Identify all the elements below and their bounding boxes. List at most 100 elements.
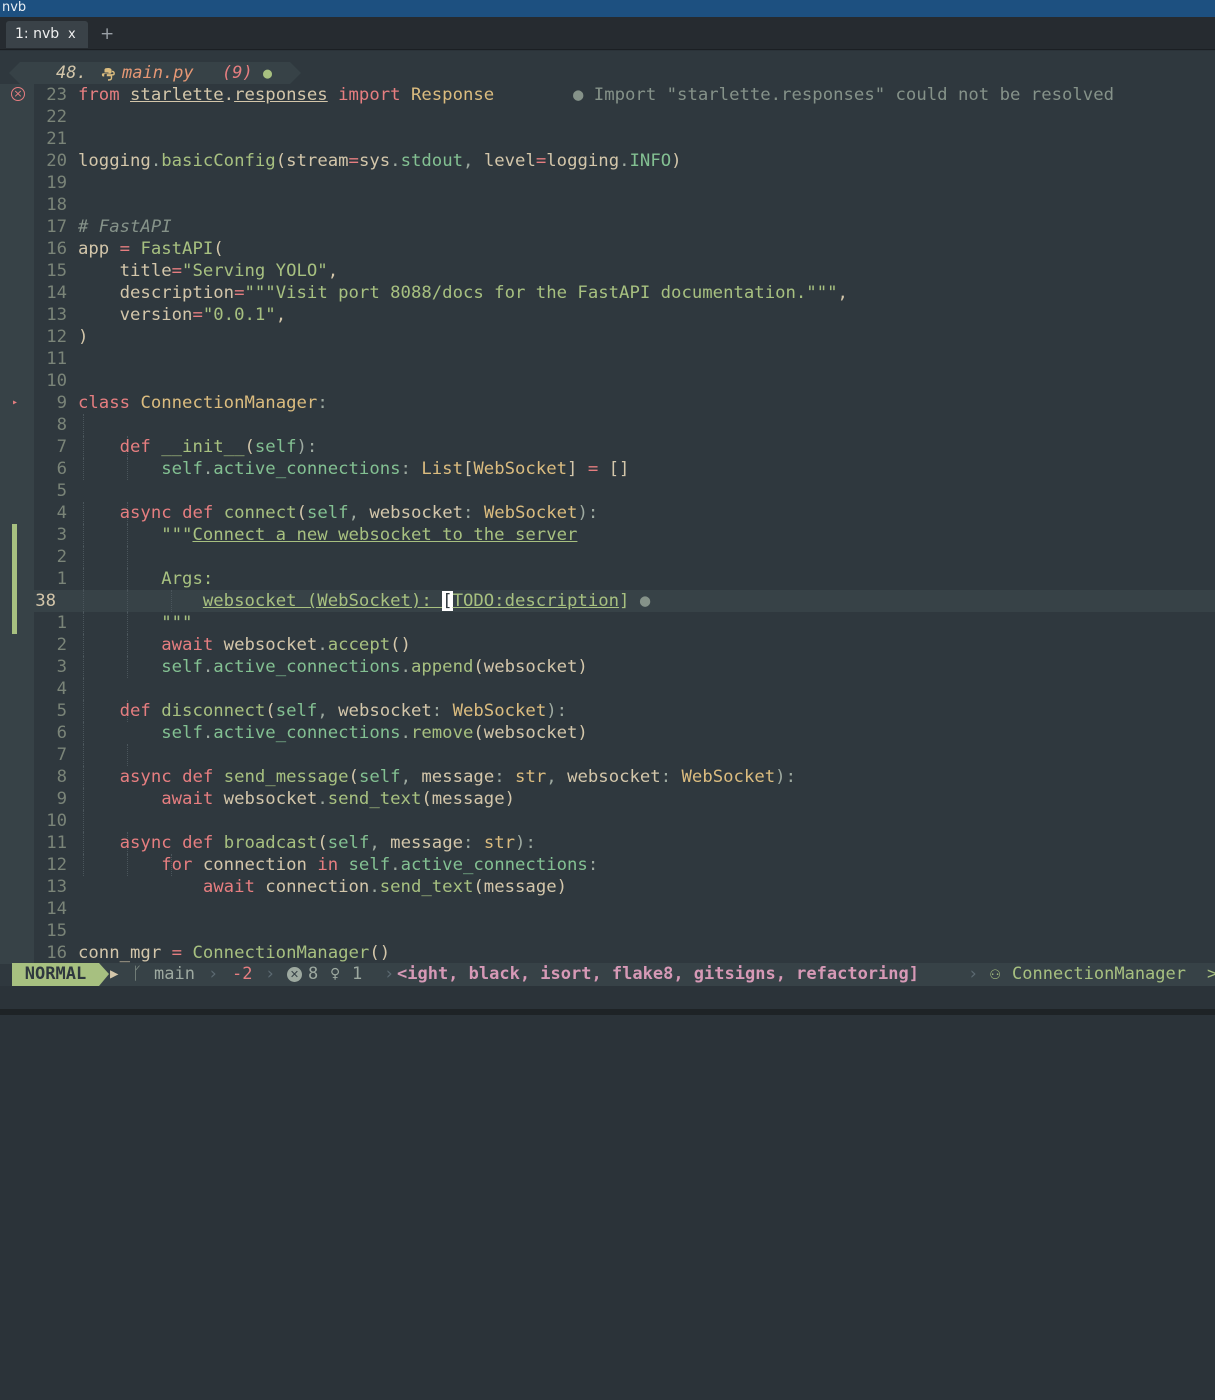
sign-column — [0, 238, 34, 260]
code-line[interactable]: 12) — [0, 326, 1215, 348]
line-number: 5 — [56, 481, 67, 501]
code-line[interactable]: 16 conn_mgr = ConnectionManager() — [0, 942, 1215, 964]
code-line[interactable]: 17 # FastAPI — [0, 216, 1215, 238]
code-line[interactable]: ▸ 9 class ConnectionManager: — [0, 392, 1215, 414]
code-line[interactable]: 8 — [0, 414, 1215, 436]
winbar-diagnostic-count: (9) — [222, 63, 253, 83]
code-line[interactable]: 3 """Connect a new websocket to the serv… — [0, 524, 1215, 546]
code-text: def __init__(self): — [78, 436, 318, 458]
code-line[interactable]: 14 description="""Visit port 8088/docs f… — [0, 282, 1215, 304]
line-number: 20 — [46, 151, 67, 171]
tab-label: 1: nvb — [15, 26, 60, 42]
code-line[interactable]: 1 """ — [0, 612, 1215, 634]
line-number: 4 — [56, 503, 67, 523]
sign-column — [0, 744, 34, 766]
code-line[interactable]: 38 websocket (WebSocket): [TODO:descript… — [0, 590, 1215, 612]
code-line[interactable]: 13 version="0.0.1", — [0, 304, 1215, 326]
code-line[interactable]: 21 — [0, 128, 1215, 150]
code-line[interactable]: 12 for connection in self.active_connect… — [0, 854, 1215, 876]
error-count[interactable]: 8 — [308, 963, 318, 986]
code-text: """ — [78, 612, 192, 634]
code-line[interactable]: 7 — [0, 744, 1215, 766]
code-token: Args: — [161, 569, 214, 589]
git-diff-removed: -2 — [232, 964, 253, 984]
code-token: ): — [577, 503, 599, 523]
diagnostic-virtual-text: ● Import "starlette.responses" could not… — [573, 85, 1115, 105]
code-token: . — [619, 151, 630, 171]
code-line[interactable]: 4 async def connect(self, websocket: Web… — [0, 502, 1215, 524]
code-line[interactable]: 8 async def send_message(self, message: … — [0, 766, 1215, 788]
code-token: , — [348, 503, 370, 523]
git-branch[interactable]: main — [154, 963, 195, 986]
code-line[interactable]: 14 — [0, 898, 1215, 920]
hint-count[interactable]: 1 — [352, 963, 362, 986]
code-line[interactable]: 4 — [0, 678, 1215, 700]
tab-close-icon[interactable]: x — [68, 21, 76, 48]
sign-column — [0, 810, 34, 832]
sign-column — [0, 546, 34, 568]
code-line[interactable]: 6 self.active_connections.remove(websock… — [0, 722, 1215, 744]
code-token: : — [400, 459, 422, 479]
code-token: , — [546, 767, 568, 787]
line-number: 2 — [56, 547, 67, 567]
code-line[interactable]: 22 — [0, 106, 1215, 128]
winbar-filename[interactable]: main.py — [122, 62, 194, 84]
code-token: app — [78, 239, 120, 259]
code-token: websocket — [213, 789, 318, 809]
code-line[interactable]: 2 — [0, 546, 1215, 568]
line-number: 6 — [56, 723, 67, 743]
code-line[interactable]: 5 def disconnect(self, websocket: WebSoc… — [0, 700, 1215, 722]
sign-column — [0, 260, 34, 282]
code-line[interactable]: 1 Args: — [0, 568, 1215, 590]
code-line[interactable]: 10 — [0, 370, 1215, 392]
code-token: TODO:description — [452, 591, 620, 611]
code-token: ) — [78, 327, 89, 347]
code-token: def — [182, 767, 214, 787]
code-line[interactable]: 2 await websocket.accept() — [0, 634, 1215, 656]
sign-column — [0, 524, 34, 546]
code-line[interactable]: 3 self.active_connections.append(websock… — [0, 656, 1215, 678]
code-line[interactable]: 5 — [0, 480, 1215, 502]
code-line[interactable]: 15 title="Serving YOLO", — [0, 260, 1215, 282]
line-number: 18 — [46, 195, 67, 215]
code-token: """Visit port 8088/docs for the FastAPI … — [244, 283, 838, 303]
statusline: NORMAL ▶ ᚴ main › -2 › ✕ 8 ♀ 1 › <ight, … — [12, 963, 1215, 986]
code-token: ] — [567, 459, 588, 479]
code-token: send_text — [379, 877, 474, 897]
sign-column: ▸ — [0, 392, 34, 414]
code-token: from — [78, 85, 120, 105]
sign-column — [0, 216, 34, 238]
code-token: conn_mgr — [78, 943, 172, 963]
code-token: in — [317, 855, 339, 875]
code-line[interactable]: 6 self.active_connections: List[WebSocke… — [0, 458, 1215, 480]
code-token: WebSocket — [681, 767, 776, 787]
code-line[interactable]: 18 — [0, 194, 1215, 216]
line-number: 11 — [46, 833, 67, 853]
mode-separator — [99, 963, 109, 986]
context-symbol[interactable]: ConnectionManager — [1012, 963, 1186, 986]
code-line[interactable]: 20 logging.basicConfig(stream=sys.stdout,… — [0, 150, 1215, 172]
code-token: . — [369, 877, 380, 897]
code-line[interactable]: 11 async def broadcast(self, message: st… — [0, 832, 1215, 854]
separator-icon: › — [265, 964, 276, 984]
code-line[interactable]: 7 def __init__(self): — [0, 436, 1215, 458]
separator-icon: › — [384, 964, 395, 984]
code-line[interactable]: 13 await connection.send_text(message) — [0, 876, 1215, 898]
code-token: self — [161, 723, 203, 743]
code-text: conn_mgr = ConnectionManager() — [78, 942, 390, 964]
code-line[interactable]: 9 await websocket.send_text(message) — [0, 788, 1215, 810]
code-line[interactable]: 10 — [0, 810, 1215, 832]
code-text: logging.basicConfig(stream=sys.stdout, l… — [78, 150, 682, 172]
code-line[interactable]: 19 — [0, 172, 1215, 194]
tab-nvb[interactable]: 1: nvb x — [6, 21, 88, 48]
new-tab-button[interactable]: + — [100, 21, 114, 48]
code-line[interactable]: 15 — [0, 920, 1215, 942]
code-line[interactable]: 16 app = FastAPI( — [0, 238, 1215, 260]
code-line[interactable]: 11 — [0, 348, 1215, 370]
code-token: : — [587, 855, 599, 875]
code-token: active_connections — [400, 855, 588, 875]
sign-column — [0, 304, 34, 326]
code-token: "Serving YOLO" — [182, 261, 328, 281]
sign-column — [0, 150, 34, 172]
